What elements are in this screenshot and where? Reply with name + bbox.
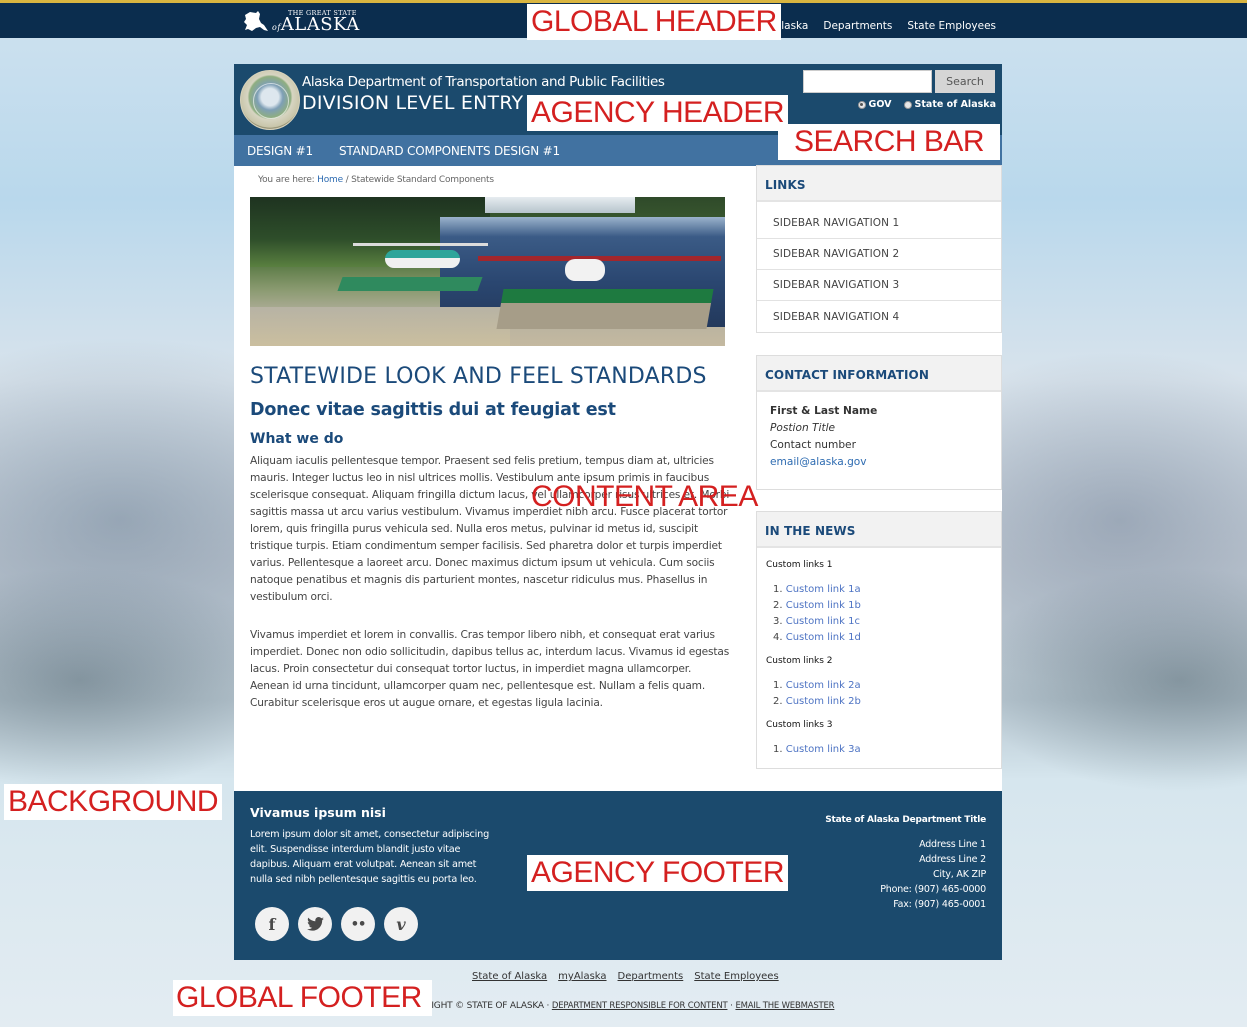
department-content-link[interactable]: DEPARTMENT RESPONSIBLE FOR CONTENT [552,1001,728,1011]
sidebar-news: IN THE NEWS Custom links 1 1. Custom lin… [756,511,1002,769]
footer-link-state-of-alaska[interactable]: State of Alaska [472,971,547,982]
global-nav-departments[interactable]: Departments [823,20,892,32]
radio-unchecked-icon[interactable] [903,100,912,109]
agency-nav-standard-components[interactable]: STANDARD COMPONENTS DESIGN #1 [339,144,560,158]
list-item: 1. Custom link 2a [773,680,861,691]
list-item: 1. Custom link 3a [773,744,861,755]
search-scope: GOV State of Alaska [857,99,996,110]
footer-title: Vivamus ipsum nisi [250,805,386,820]
news-link[interactable]: Custom link 1b [786,600,861,611]
sidebar-contact: CONTACT INFORMATION First & Last Name Po… [756,355,1002,490]
news-link[interactable]: Custom link 1c [786,616,860,627]
twitter-icon[interactable] [298,907,332,941]
breadcrumb-home[interactable]: Home [317,175,343,185]
global-nav-state-employees[interactable]: State Employees [907,20,996,32]
news-list: 1. Custom link 3a [773,742,1001,758]
news-list: 1. Custom link 2a 2. Custom link 2b [773,678,1001,710]
flickr-icon[interactable]: •• [341,907,375,941]
email-webmaster-link[interactable]: EMAIL THE WEBMASTER [735,1001,834,1011]
state-seal-icon[interactable] [240,70,300,130]
page-subtitle: Donec vitae sagittis dui at feugiat est [250,400,616,420]
news-link[interactable]: Custom link 1d [786,632,861,643]
list-item: 1. Custom link 1a [773,584,861,595]
footer-link-state-employees[interactable]: State Employees [694,971,778,982]
search-scope-gov[interactable]: GOV [857,99,892,110]
annotation-global-footer: GLOBAL FOOTER [173,980,432,1016]
news-link[interactable]: Custom link 2b [786,696,861,707]
facebook-icon[interactable]: f [255,907,289,941]
contact-number: Contact number [770,439,856,451]
vimeo-icon[interactable]: v [384,907,418,941]
state-of-alaska-logo[interactable]: THE GREAT STATE ofALASKA [242,7,360,37]
hero-image [250,197,725,346]
twitter-bird-icon [306,917,324,931]
footer-link-departments[interactable]: Departments [618,971,684,982]
news-group-title: Custom links 1 [766,560,833,570]
sidebar-links: LINKS SIDEBAR NAVIGATION 1 SIDEBAR NAVIG… [756,165,1002,333]
copyright: COPYRIGHT © STATE OF ALASKA · DEPARTMENT… [402,1001,835,1011]
agency-department-name: Alaska Department of Transportation and … [302,74,665,90]
sidebar-item-4[interactable]: SIDEBAR NAVIGATION 4 [757,301,1001,332]
list-item: 4. Custom link 1d [773,632,861,643]
annotation-agency-header: AGENCY HEADER [527,95,789,131]
list-item: 2. Custom link 1b [773,600,861,611]
contact-position: Postion Title [770,422,836,434]
agency-division-name: DIVISION LEVEL ENTRY [302,92,524,114]
contact-name: First & Last Name [770,405,878,417]
breadcrumb-current: Statewide Standard Components [351,175,494,185]
news-list: 1. Custom link 1a 2. Custom link 1b 3. C… [773,582,1001,646]
search-button[interactable]: Search [935,70,995,93]
search-scope-state[interactable]: State of Alaska [903,99,996,110]
section-heading: What we do [250,431,344,447]
address-fax: Fax: (907) 465-0001 [893,899,986,910]
news-group-title: Custom links 3 [766,720,833,730]
news-link[interactable]: Custom link 1a [786,584,861,595]
body-paragraph: Vivamus imperdiet et lorem in convallis.… [250,629,730,709]
sidebar-links-title: LINKS [757,166,1001,202]
agency-nav-design-1[interactable]: DESIGN #1 [247,144,313,158]
global-nav: myAlaska Departments State Employees [758,20,996,32]
address-city: City, AK ZIP [932,869,986,880]
sidebar-item-1[interactable]: SIDEBAR NAVIGATION 1 [757,208,1001,239]
sidebar-item-3[interactable]: SIDEBAR NAVIGATION 3 [757,270,1001,301]
contact-email-link[interactable]: email@alaska.gov [770,456,867,468]
list-item: 2. Custom link 2b [773,696,861,707]
sidebar-contact-title: CONTACT INFORMATION [757,356,1001,392]
news-link[interactable]: Custom link 2a [786,680,861,691]
search-input[interactable] [803,70,932,93]
footer-text: Lorem ipsum dolor sit amet, consectetur … [250,829,490,885]
logo-wordmark: ofALASKA [272,14,360,36]
address-line-1: Address Line 1 [919,839,986,850]
global-footer-links: State of Alaska myAlaska Departments Sta… [472,971,779,982]
sidebar-news-title: IN THE NEWS [757,512,1001,548]
footer-department-title: State of Alaska Department Title [825,815,986,825]
address-phone: Phone: (907) 465-0000 [880,884,986,895]
radio-checked-icon[interactable] [857,100,866,109]
news-group-title: Custom links 2 [766,656,833,666]
sidebar-item-2[interactable]: SIDEBAR NAVIGATION 2 [757,239,1001,270]
breadcrumb: You are here: Home / Statewide Standard … [258,175,494,185]
list-item: 3. Custom link 1c [773,616,860,627]
annotation-global-header: GLOBAL HEADER [527,4,781,40]
body-paragraph: Aliquam iaculis pellentesque tempor. Pra… [250,455,730,603]
footer-link-myalaska[interactable]: myAlaska [558,971,606,982]
alaska-map-icon [244,11,268,31]
social-links: f •• v [255,907,418,941]
annotation-content-area: CONTENT AREA [531,480,758,513]
page-title: STATEWIDE LOOK AND FEEL STANDARDS [250,364,707,389]
footer-address: State of Alaska Department Title Address… [825,813,986,912]
news-link[interactable]: Custom link 3a [786,744,861,755]
annotation-search-bar: SEARCH BAR [778,124,1001,160]
address-line-2: Address Line 2 [919,854,986,865]
annotation-background: BACKGROUND [4,784,223,820]
annotation-agency-footer: AGENCY FOOTER [527,855,788,891]
